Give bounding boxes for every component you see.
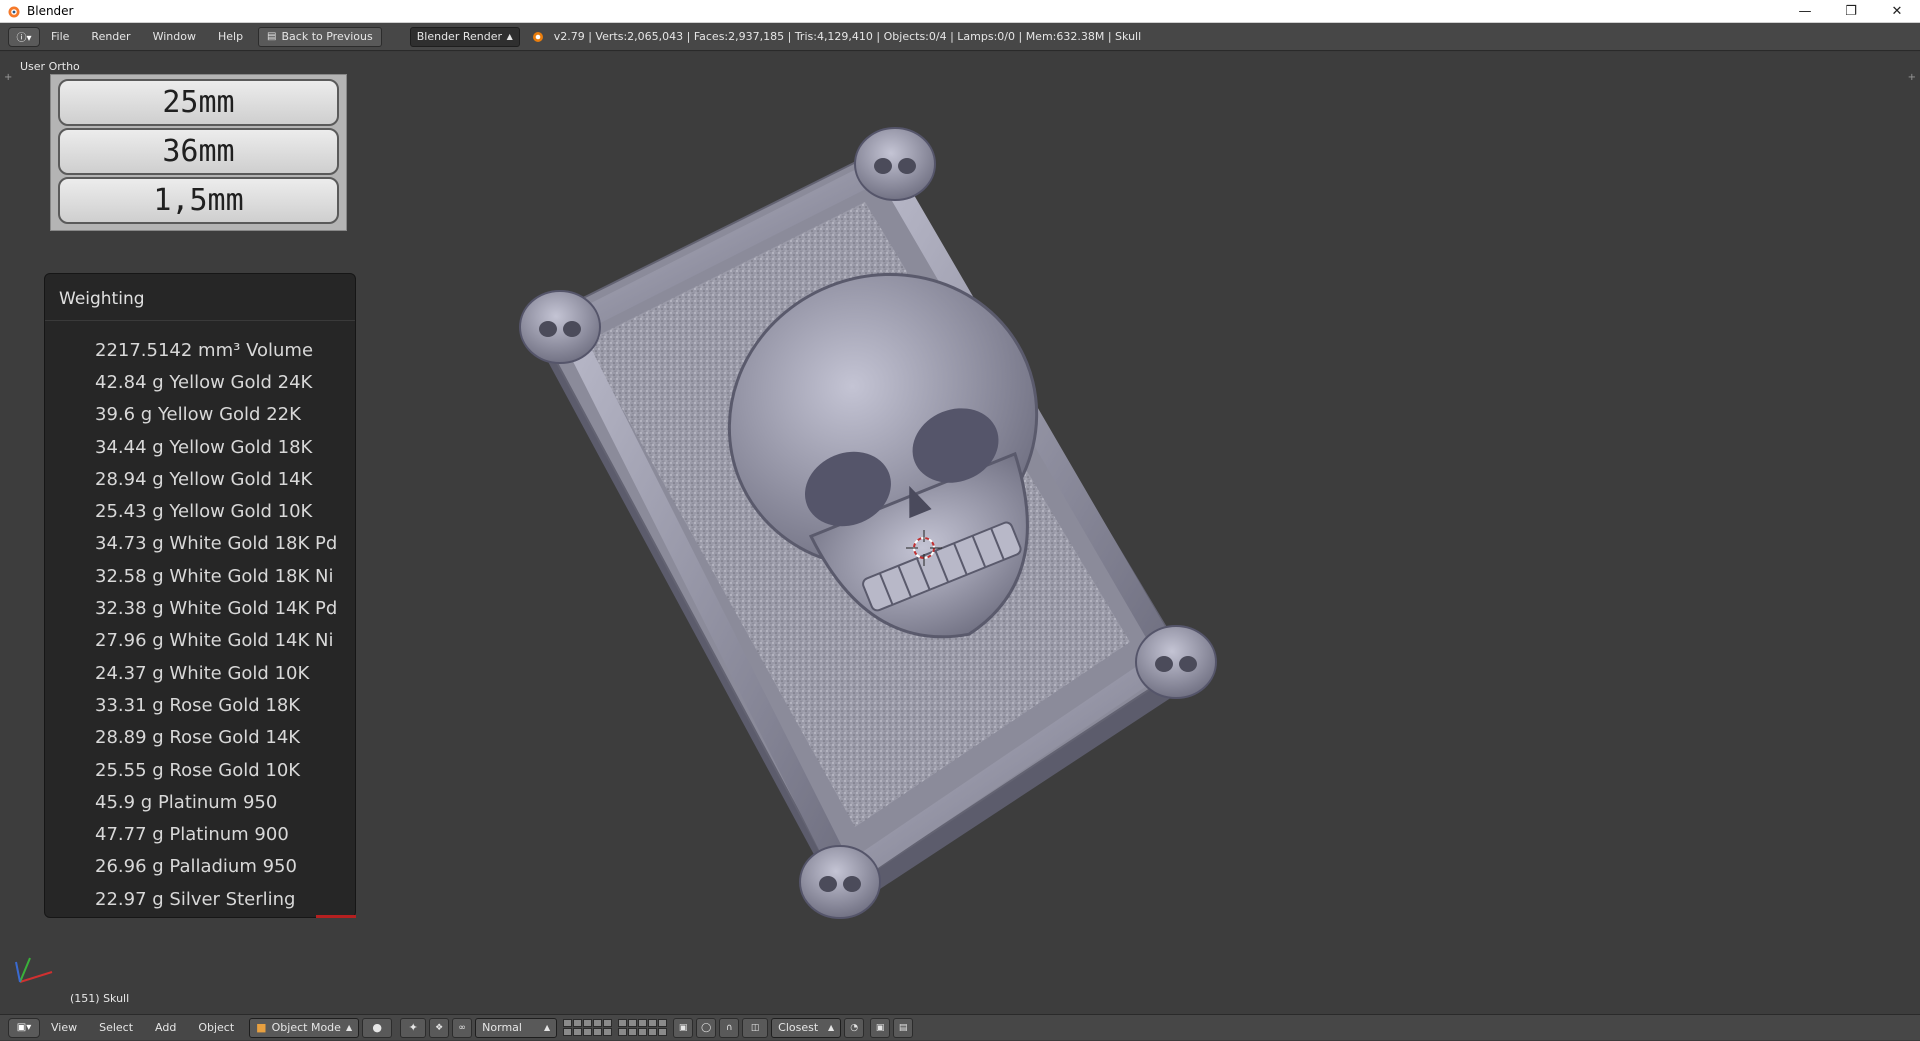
pivot-icon: ✦ <box>408 1021 418 1034</box>
menu-render[interactable]: Render <box>80 23 141 51</box>
volume-row: 2217.5142 mm³ Volume <box>95 339 314 361</box>
3d-view-header: ▣▾ View Select Add Object ■ Object Mode … <box>0 1014 1920 1040</box>
mode-value: Object Mode <box>271 1021 341 1034</box>
window-title: Blender <box>27 4 74 18</box>
viewport-shading-button[interactable]: ● <box>362 1017 393 1038</box>
menu-object[interactable]: Object <box>187 1015 245 1041</box>
view-label: User Ortho <box>20 60 80 73</box>
weight-row: 34.44 g Yellow Gold 18K <box>95 436 313 458</box>
lock-icon: ▣ <box>678 1022 688 1033</box>
menu-add[interactable]: Add <box>144 1015 187 1041</box>
active-object-label: (151) Skull <box>70 992 130 1005</box>
updown-arrows-icon: ▲ <box>346 1023 353 1032</box>
panel-accent <box>316 915 356 918</box>
dimension-thickness: 1,5mm <box>58 177 339 224</box>
pivot-point-button[interactable]: ✦ <box>400 1017 427 1038</box>
magnet-icon: ∩ <box>725 1022 733 1033</box>
3d-view-icon: ▣▾ <box>16 1022 32 1033</box>
axis-gizmo-icon <box>15 957 53 983</box>
mode-select[interactable]: ■ Object Mode ▲ <box>249 1017 360 1038</box>
object-mode-icon: ■ <box>256 1021 267 1034</box>
solid-shading-icon: ● <box>372 1021 382 1034</box>
layers-grid-b[interactable] <box>618 1019 668 1036</box>
weighting-panel: Weighting 2217.5142 mm³ Volume 42.84 g Y… <box>44 273 356 918</box>
updown-arrows-icon: ▲ <box>544 1023 551 1032</box>
align-rotation-icon: ◔ <box>850 1022 859 1033</box>
window-titlebar: Blender — ❐ ✕ <box>0 0 1920 23</box>
camera-icon: ▣ <box>875 1022 885 1033</box>
snap-element-icon: ◫ <box>750 1022 760 1033</box>
updown-arrows-icon: ▲ <box>506 32 513 41</box>
lock-layers-button[interactable]: ▣ <box>673 1017 694 1038</box>
weight-row: 26.96 g Palladium 950 <box>95 856 297 878</box>
manipulator-icon: ❖ <box>435 1022 444 1033</box>
scene-stats: v2.79 | Verts:2,065,043 | Faces:2,937,18… <box>530 30 1141 44</box>
minimize-button[interactable]: — <box>1782 0 1828 23</box>
screen-back-icon: ▤ <box>267 31 277 42</box>
weight-row: 39.6 g Yellow Gold 22K <box>95 404 301 426</box>
updown-arrows-icon: ▲ <box>828 1023 835 1032</box>
manipulator-toggle[interactable]: ❖ <box>429 1017 450 1038</box>
editor-type-button[interactable]: ▣▾ <box>8 1017 40 1038</box>
area-split-icon[interactable]: + <box>4 72 12 83</box>
transform-orientation-select[interactable]: Normal ▲ <box>475 1017 558 1038</box>
weight-row: 28.89 g Rose Gold 14K <box>95 727 301 749</box>
weight-row: 27.96 g White Gold 14K Ni <box>95 630 334 652</box>
weight-row: 42.84 g Yellow Gold 24K <box>95 371 313 393</box>
snap-target-select[interactable]: Closest ▲ <box>771 1017 842 1038</box>
weight-row: 34.73 g White Gold 18K Pd <box>95 533 338 555</box>
weighting-list: 2217.5142 mm³ Volume 42.84 g Yellow Gold… <box>95 334 337 915</box>
proportional-edit-button[interactable]: ◯ <box>696 1017 717 1038</box>
skull-pendant-model[interactable] <box>490 102 1370 982</box>
menu-file[interactable]: File <box>40 23 80 51</box>
snap-toggle[interactable]: ∩ <box>719 1017 740 1038</box>
snap-target-value: Closest <box>778 1021 819 1034</box>
close-button[interactable]: ✕ <box>1874 0 1920 23</box>
dimension-height: 36mm <box>58 128 339 175</box>
weight-row: 22.97 g Silver Sterling <box>95 888 296 910</box>
stats-text: v2.79 | Verts:2,065,043 | Faces:2,937,18… <box>553 30 1142 43</box>
weight-row: 47.77 g Platinum 900 <box>95 824 289 846</box>
weight-row: 28.94 g Yellow Gold 14K <box>95 468 313 490</box>
render-animation-button[interactable]: ▤ <box>893 1017 914 1038</box>
back-to-previous-label: Back to Previous <box>281 30 373 43</box>
weight-row: 32.38 g White Gold 14K Pd <box>95 598 338 620</box>
weight-row: 25.55 g Rose Gold 10K <box>95 759 301 781</box>
menu-help[interactable]: Help <box>207 23 254 51</box>
restore-button[interactable]: ❐ <box>1828 0 1874 23</box>
weight-row: 32.58 g White Gold 18K Ni <box>95 565 334 587</box>
render-opengl-button[interactable]: ▣ <box>870 1017 891 1038</box>
orientation-value: Normal <box>482 1021 522 1034</box>
align-rotation-button[interactable]: ◔ <box>844 1017 865 1038</box>
weight-row: 25.43 g Yellow Gold 10K <box>95 501 313 523</box>
transform-orientation-toggle[interactable]: ∞ <box>452 1017 473 1038</box>
weight-row: 33.31 g Rose Gold 18K <box>95 694 301 716</box>
info-icon: ⓘ▾ <box>16 33 32 44</box>
area-split-icon[interactable]: + <box>1908 72 1916 83</box>
menu-view[interactable]: View <box>40 1015 88 1041</box>
divider <box>45 320 355 321</box>
info-header: ⓘ▾ File Render Window Help ▤ Back to Pre… <box>0 23 1920 51</box>
weight-row: 24.37 g White Gold 10K <box>95 662 310 684</box>
clapper-icon: ▤ <box>898 1022 908 1033</box>
weighting-title: Weighting <box>59 289 145 309</box>
menu-select[interactable]: Select <box>88 1015 144 1041</box>
proportional-edit-icon: ◯ <box>701 1022 712 1033</box>
dimension-width: 25mm <box>58 79 339 126</box>
editor-type-button[interactable]: ⓘ▾ <box>8 26 40 47</box>
blender-logo-icon <box>8 6 20 18</box>
3d-viewport[interactable]: User Ortho + + 25mm 36mm 1,5mm Weighting… <box>0 52 1920 1014</box>
menu-window[interactable]: Window <box>142 23 207 51</box>
render-engine-value: Blender Render <box>416 30 503 43</box>
blender-logo-icon <box>532 31 543 42</box>
render-engine-select[interactable]: Blender Render ▲ <box>409 26 520 47</box>
snap-element-button[interactable]: ◫ <box>742 1017 769 1038</box>
weight-row: 45.9 g Platinum 950 <box>95 791 278 813</box>
transform-orientation-icon: ∞ <box>458 1022 466 1033</box>
dimensions-overlay: 25mm 36mm 1,5mm <box>50 74 347 231</box>
back-to-previous-button[interactable]: ▤ Back to Previous <box>258 26 382 47</box>
layers-grid-a[interactable] <box>563 1019 613 1036</box>
